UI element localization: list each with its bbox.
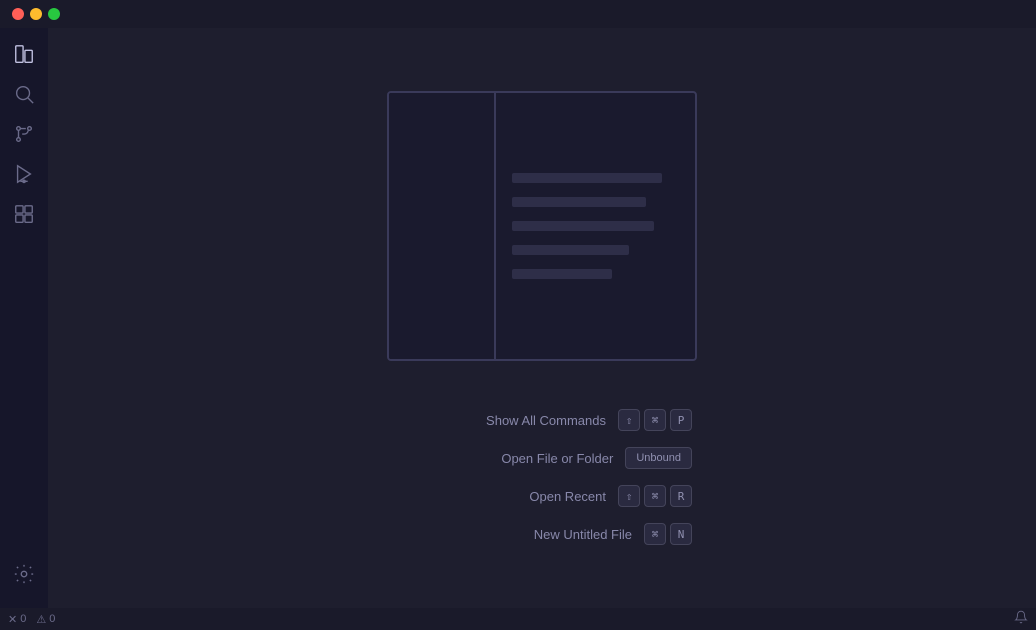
open-file-label: Open File or Folder: [392, 451, 613, 466]
new-untitled-label: New Untitled File: [392, 527, 632, 542]
kbd-cmd: ⌘: [644, 409, 666, 431]
activity-bar: [0, 28, 48, 608]
show-all-commands-keys: ⇧ ⌘ P: [618, 409, 692, 431]
close-button[interactable]: [12, 8, 24, 20]
titlebar: [0, 0, 1036, 28]
kbd-n: N: [670, 523, 692, 545]
settings-icon[interactable]: [6, 556, 42, 592]
traffic-lights: [12, 8, 60, 20]
shortcuts-section: Show All Commands ⇧ ⌘ P Open File or Fol…: [392, 409, 692, 545]
error-icon: ✕: [8, 613, 17, 626]
kbd-shift: ⇧: [618, 409, 640, 431]
status-right: [1014, 610, 1028, 629]
illus-right-panel: [496, 93, 695, 359]
minimize-button[interactable]: [30, 8, 42, 20]
illus-bar-4: [512, 245, 629, 255]
status-bar: ✕ 0 ⚠ 0: [0, 608, 1036, 630]
activity-bar-bottom: [6, 556, 42, 600]
kbd-r: R: [670, 485, 692, 507]
kbd-cmd-3: ⌘: [644, 523, 666, 545]
warning-count: 0: [49, 613, 55, 625]
activity-bar-top: [6, 36, 42, 556]
illus-left-panel: [389, 93, 496, 359]
explorer-icon[interactable]: [6, 36, 42, 72]
show-all-commands-label: Show All Commands: [392, 413, 606, 428]
shortcut-row-open-recent: Open Recent ⇧ ⌘ R: [392, 485, 692, 507]
warning-icon: ⚠: [36, 613, 46, 626]
content-area: Show All Commands ⇧ ⌘ P Open File or Fol…: [48, 28, 1036, 608]
illus-bar-5: [512, 269, 612, 279]
new-untitled-keys: ⌘ N: [644, 523, 692, 545]
shortcut-row-show-all-commands: Show All Commands ⇧ ⌘ P: [392, 409, 692, 431]
search-icon[interactable]: [6, 76, 42, 112]
illus-bar-3: [512, 221, 654, 231]
kbd-unbound: Unbound: [625, 447, 692, 469]
error-count: 0: [20, 613, 26, 625]
open-file-keys: Unbound: [625, 447, 692, 469]
bell-icon[interactable]: [1014, 610, 1028, 629]
run-debug-icon[interactable]: [6, 156, 42, 192]
maximize-button[interactable]: [48, 8, 60, 20]
kbd-cmd-2: ⌘: [644, 485, 666, 507]
status-left: ✕ 0 ⚠ 0: [8, 613, 55, 626]
welcome-illustration: [387, 91, 697, 361]
shortcut-row-open-file: Open File or Folder Unbound: [392, 447, 692, 469]
illus-bar-1: [512, 173, 662, 183]
kbd-shift-2: ⇧: [618, 485, 640, 507]
illustration-container: [387, 91, 697, 361]
source-control-icon[interactable]: [6, 116, 42, 152]
status-errors[interactable]: ✕ 0: [8, 613, 26, 626]
shortcut-row-new-untitled: New Untitled File ⌘ N: [392, 523, 692, 545]
open-recent-label: Open Recent: [392, 489, 606, 504]
illus-bar-2: [512, 197, 646, 207]
status-warnings[interactable]: ⚠ 0: [36, 613, 55, 626]
kbd-p: P: [670, 409, 692, 431]
main-layout: Show All Commands ⇧ ⌘ P Open File or Fol…: [0, 28, 1036, 608]
open-recent-keys: ⇧ ⌘ R: [618, 485, 692, 507]
extensions-icon[interactable]: [6, 196, 42, 232]
